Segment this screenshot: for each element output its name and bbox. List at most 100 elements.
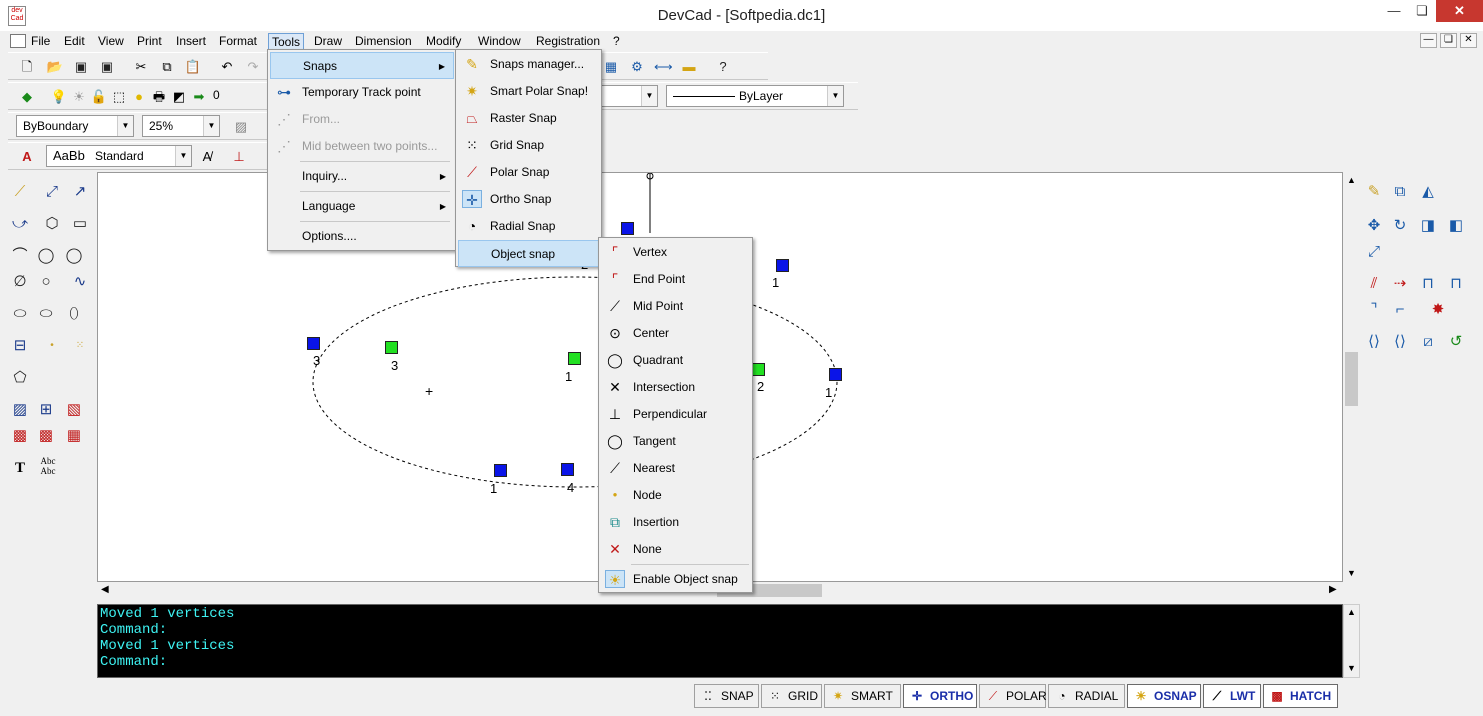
chamfer-icon[interactable]: ⌝ <box>1362 298 1386 322</box>
mdi-restore-button[interactable]: ❏ <box>1440 33 1457 48</box>
scroll-left-icon[interactable]: ◀ <box>101 584 109 595</box>
redo-icon[interactable]: ↷ <box>244 58 262 76</box>
mtext-icon[interactable]: Abc Abc <box>36 456 60 480</box>
menu-item-mid-point[interactable]: ⟋ Mid Point <box>601 293 750 320</box>
scroll-right-icon[interactable]: ▶ <box>1329 584 1337 595</box>
boundary-combo[interactable]: ByBoundary ▼ <box>16 115 134 137</box>
fill-icon[interactable]: ◩ <box>170 88 188 106</box>
menu-item-node[interactable]: ● Node <box>601 482 750 509</box>
mirror-icon[interactable]: ◭ <box>1416 180 1440 204</box>
menu-view[interactable]: View <box>95 33 127 51</box>
menu-item-insertion[interactable]: ⧉ Insertion <box>601 509 750 536</box>
paste-icon[interactable]: 📋 <box>184 58 202 76</box>
menu-item-center[interactable]: ⊙ Center <box>601 320 750 347</box>
gradient-edit-icon[interactable]: ▦ <box>62 424 86 448</box>
fillet-icon[interactable]: ⌐ <box>1388 298 1412 322</box>
menu-item-object-snap[interactable]: Object snap <box>458 240 599 267</box>
menu-item-polar-snap[interactable]: ⟋ Polar Snap <box>458 159 599 186</box>
menu-item-enable-object-snap[interactable]: ☀ Enable Object snap <box>601 566 750 593</box>
print-layer-icon[interactable]: 🖶 <box>150 88 168 106</box>
menu-insert[interactable]: Insert <box>173 33 209 51</box>
text-style-icon[interactable]: A <box>18 148 36 166</box>
vertex-point[interactable] <box>829 368 842 381</box>
lock-icon[interactable]: 🔓 <box>90 88 108 106</box>
stretch-icon[interactable]: ◧ <box>1444 214 1468 238</box>
layers-icon[interactable]: ◆ <box>18 88 36 106</box>
menu-item-from[interactable]: ⋰ From... <box>270 106 454 133</box>
open-icon[interactable]: 📂 <box>46 58 64 76</box>
divide-icon[interactable]: ⁙ <box>68 334 92 358</box>
smart-toggle[interactable]: ✷ SMART <box>824 684 901 708</box>
trim-icon[interactable]: ⫽ <box>1362 272 1386 296</box>
linetype-combo[interactable]: ByLayer ▼ <box>666 85 844 107</box>
menu-item-grid-snap[interactable]: ⁙ Grid Snap <box>458 132 599 159</box>
menu-item-vertex[interactable]: ⌜ Vertex <box>601 239 750 266</box>
new-icon[interactable]: 🗋 <box>18 58 36 76</box>
app-icon[interactable]: dev Cad <box>8 6 26 26</box>
dimension-style-icon[interactable]: ⊥ <box>230 148 248 166</box>
freeze-icon[interactable]: ☀ <box>70 88 88 106</box>
measure-icon[interactable]: ▬ <box>680 58 698 76</box>
vertex-point[interactable] <box>621 222 634 235</box>
scroll-up-icon[interactable]: ▲ <box>1347 175 1356 185</box>
menu-item-snaps[interactable]: Snaps ▶ <box>270 52 454 79</box>
save-icon[interactable]: ▣ <box>72 58 90 76</box>
circle-icon[interactable]: ◯ <box>34 244 58 268</box>
layer-name[interactable]: 0 <box>213 88 220 102</box>
array-icon[interactable]: ⟨⟩ <box>1388 330 1412 354</box>
lwt-toggle[interactable]: ⟋ LWT <box>1203 684 1261 708</box>
distance-icon[interactable]: ⟷ <box>654 58 673 76</box>
command-window[interactable]: Moved 1 vertices Command: Moved 1 vertic… <box>97 604 1343 678</box>
scale-icon[interactable]: ◨ <box>1416 214 1440 238</box>
minimize-button[interactable]: — <box>1380 0 1408 22</box>
break-point-icon[interactable]: ⊓ <box>1444 272 1468 296</box>
ellipse-icon[interactable]: ⬭ <box>8 302 32 326</box>
copy-icon[interactable]: ⧉ <box>158 58 176 76</box>
plot-frame-icon[interactable]: ⬚ <box>110 88 128 106</box>
arc-icon[interactable]: ⌒ <box>8 244 32 268</box>
menu-edit[interactable]: Edit <box>61 33 88 51</box>
menu-item-intersection[interactable]: ✕ Intersection <box>601 374 750 401</box>
grid-view-icon[interactable]: ▦ <box>602 58 620 76</box>
spline-icon[interactable]: ∿ <box>68 270 92 294</box>
circle-ttr-icon[interactable]: ○ <box>34 270 58 294</box>
menu-item-perpendicular[interactable]: ⊥ Perpendicular <box>601 401 750 428</box>
scroll-up-icon[interactable]: ▲ <box>1347 607 1356 617</box>
center-point[interactable] <box>385 341 398 354</box>
circle-3p-icon[interactable]: ∅ <box>8 270 32 294</box>
offset-icon[interactable]: ⟨⟩ <box>1362 330 1386 354</box>
menu-file[interactable]: File <box>28 33 53 51</box>
lengthen-icon[interactable]: ⤢ <box>1362 240 1386 264</box>
center-point[interactable] <box>752 363 765 376</box>
command-scrollbar[interactable]: ▲ ▼ <box>1343 604 1360 678</box>
menu-item-nearest[interactable]: ⟋ Nearest <box>601 455 750 482</box>
gradient-pick-icon[interactable]: ▩ <box>34 424 58 448</box>
xline-icon[interactable]: ⤢ <box>40 180 64 204</box>
save-as-icon[interactable]: ▣ <box>98 58 116 76</box>
mdi-minimize-button[interactable]: — <box>1420 33 1437 48</box>
gradient-icon[interactable]: ▩ <box>8 424 32 448</box>
menu-item-language[interactable]: Language ▶ <box>270 193 454 220</box>
restore-button[interactable]: ❏ <box>1408 0 1436 22</box>
vertex-point[interactable] <box>307 337 320 350</box>
scroll-thumb[interactable] <box>1345 352 1358 406</box>
break-icon[interactable]: ⊓ <box>1416 272 1440 296</box>
undo-icon[interactable]: ↶ <box>218 58 236 76</box>
erase-icon[interactable]: ✎ <box>1362 180 1386 204</box>
explode-icon[interactable]: ✸ <box>1426 298 1450 322</box>
ortho-toggle[interactable]: ✛ ORTHO <box>903 684 977 708</box>
arrow-right-icon[interactable]: ➡ <box>190 88 208 106</box>
scroll-down-icon[interactable]: ▼ <box>1347 663 1356 673</box>
text-style-combo[interactable]: AaBb Standard ▼ <box>46 145 192 167</box>
menu-item-raster-snap[interactable]: ⏢ Raster Snap <box>458 105 599 132</box>
menu-item-tangent[interactable]: ◯ Tangent <box>601 428 750 455</box>
menu-item-snaps-manager[interactable]: ✎ Snaps manager... <box>458 51 599 78</box>
menu-item-none[interactable]: ✕ None <box>601 536 750 563</box>
text-icon[interactable]: T <box>8 456 32 480</box>
osnap-toggle[interactable]: ☀ OSNAP <box>1127 684 1201 708</box>
hatch-edit-tool-icon[interactable]: ▧ <box>62 398 86 422</box>
text-edit-icon[interactable]: A̸ <box>198 148 216 166</box>
help-icon[interactable]: ? <box>714 58 732 76</box>
rotate-icon[interactable]: ↻ <box>1388 214 1412 238</box>
menu-item-mid-between[interactable]: ⋰ Mid between two points... <box>270 133 454 160</box>
